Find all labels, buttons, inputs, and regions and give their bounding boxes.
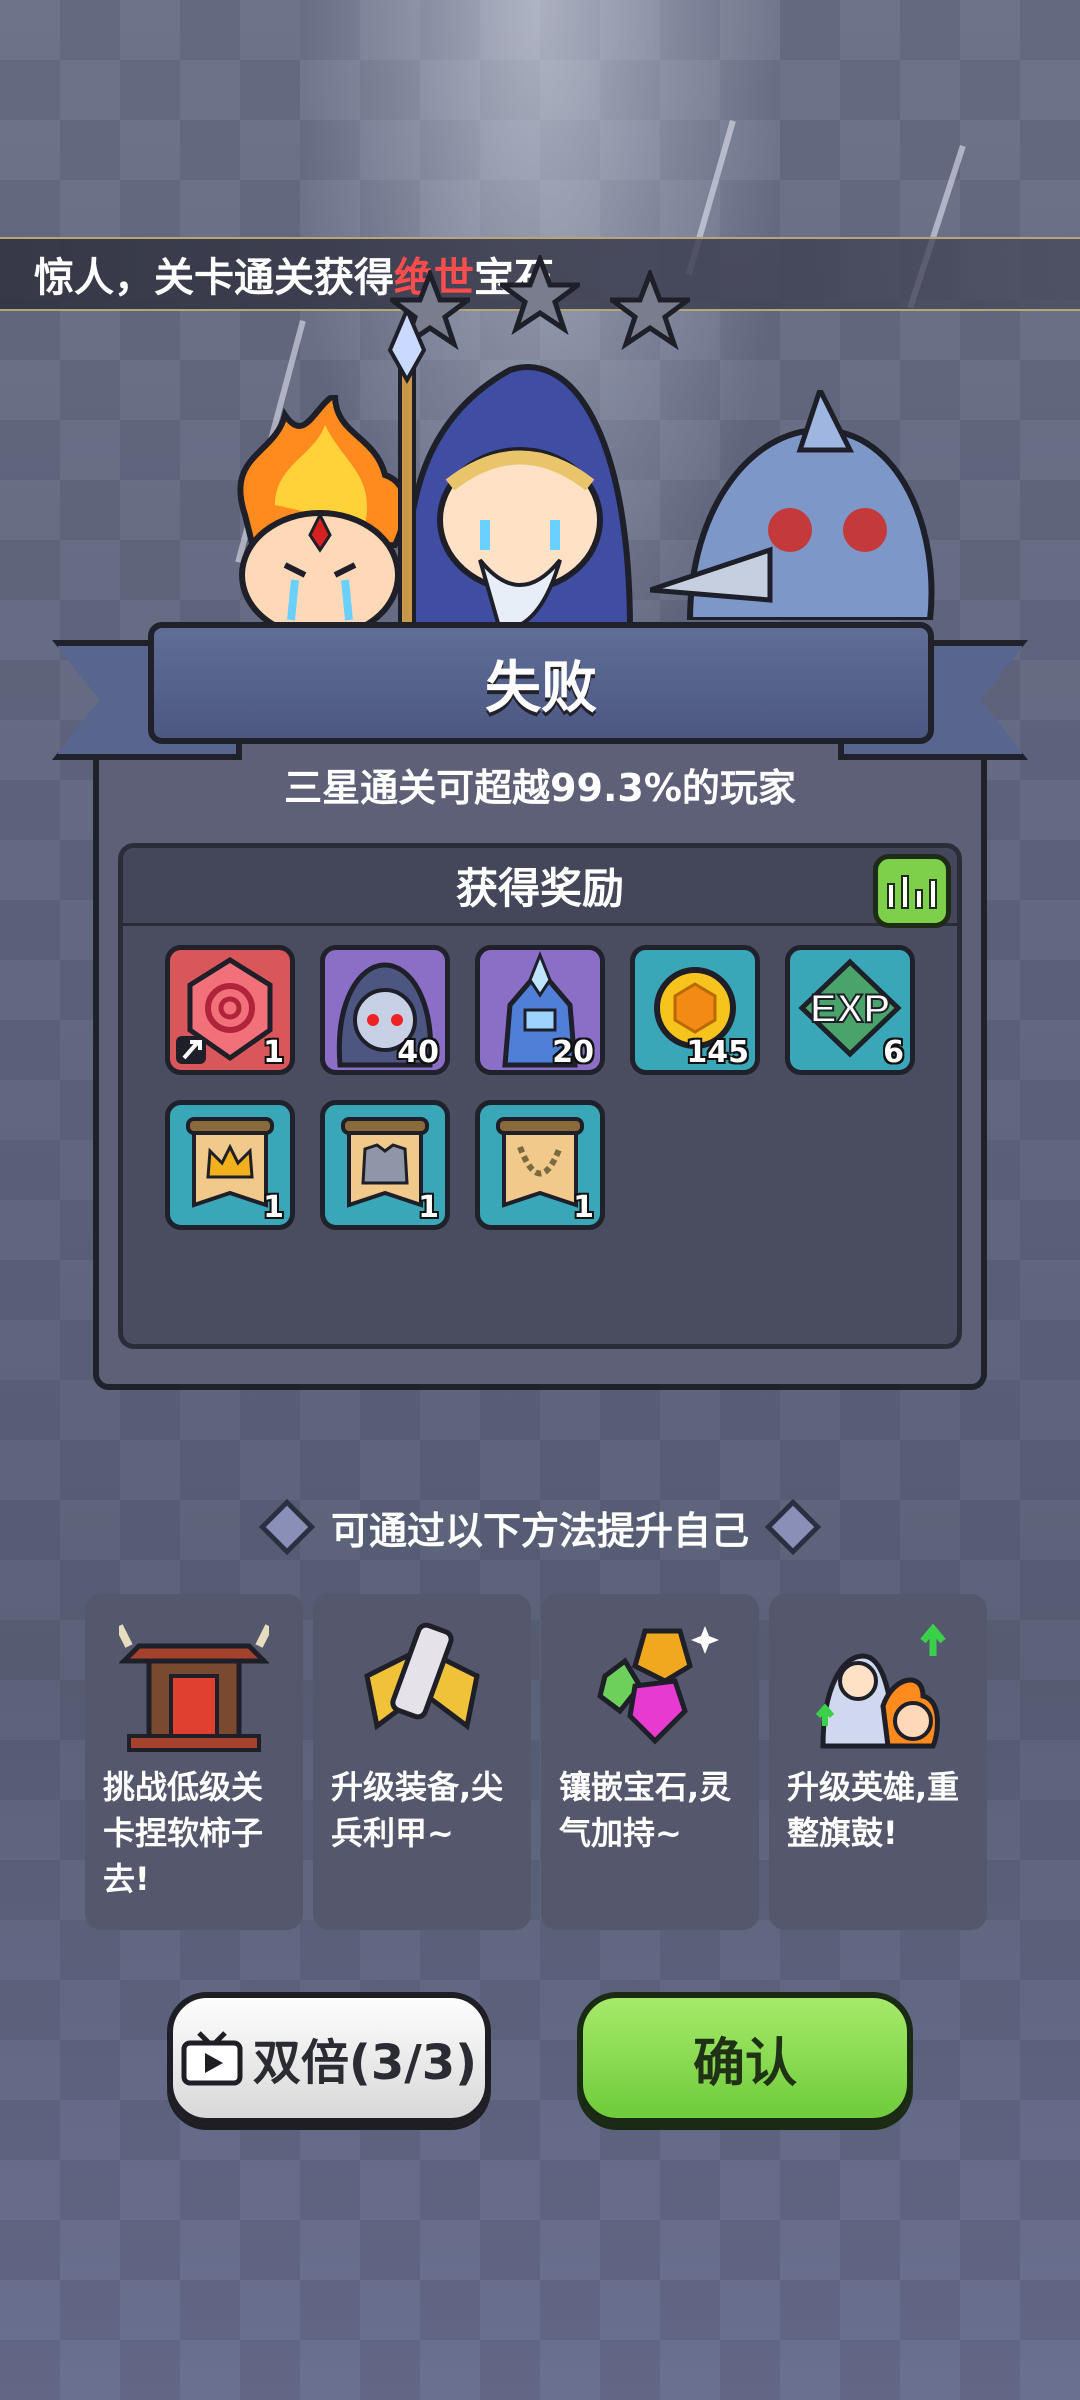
gems-icon (597, 1626, 719, 1745)
card-text: 挑战低级关卡捏软柿子去! (103, 1768, 264, 1898)
stats-button[interactable] (873, 854, 951, 928)
stats-bar (901, 875, 909, 909)
improve-title: 可通过以下方法提升自己 (330, 1508, 749, 1553)
result-subtitle: 三星通关可超越99.3%的玩家 (284, 766, 796, 810)
reward-count: 1 (263, 1190, 284, 1225)
armored-hero-icon (650, 390, 935, 620)
reward-item-crystal-knight[interactable]: 20 (475, 945, 605, 1075)
svg-text:EXP: EXP (810, 987, 890, 1031)
reward-header: 获得奖励 (123, 848, 957, 928)
reward-count: 1 (573, 1190, 594, 1225)
reward-item-armor-scroll[interactable]: 1 (320, 1100, 450, 1230)
improve-card-gems[interactable]: 镶嵌宝石,灵气加持~ (541, 1594, 759, 1930)
reward-count: 1 (263, 1035, 284, 1070)
card-text: 升级英雄,重整旗鼓! (787, 1768, 960, 1852)
diamond-icon (258, 1498, 316, 1556)
reward-count: 40 (397, 1035, 439, 1070)
reward-item-hooded-hero[interactable]: 40 (320, 945, 450, 1075)
confirm-button[interactable]: 确认 (577, 1992, 913, 2124)
result-banner: 失败 (148, 622, 934, 744)
reward-count: 145 (686, 1035, 749, 1070)
ticker-prefix: 惊人，关卡通关获得 (34, 255, 394, 301)
reward-count: 20 (552, 1035, 594, 1070)
reward-item-red-gem[interactable]: 1 (165, 945, 295, 1075)
stats-bar (887, 883, 895, 909)
reward-item-gold-coin[interactable]: 145 (630, 945, 760, 1075)
double-button-label: 双倍(3/3) (252, 2035, 478, 2091)
reward-box: 获得奖励 (118, 843, 962, 1349)
result-title: 失败 (485, 655, 597, 721)
card-text: 镶嵌宝石,灵气加持~ (559, 1768, 732, 1852)
improve-card-equipment[interactable]: 升级装备,尖兵利甲~ (313, 1594, 531, 1930)
equipment-icon (364, 1622, 480, 1731)
reward-item-crown-scroll[interactable]: 1 (165, 1100, 295, 1230)
gate-icon (119, 1624, 269, 1752)
card-text: 升级装备,尖兵利甲~ (331, 1768, 504, 1852)
wizard-hero-icon (387, 310, 634, 630)
reward-item-exp[interactable]: EXP 6 (785, 945, 915, 1075)
heroes-upgrade-icon (815, 1623, 946, 1749)
confirm-button-label: 确认 (692, 2033, 797, 2094)
reward-count: 6 (883, 1035, 904, 1070)
stats-bar (915, 889, 923, 909)
double-reward-button[interactable]: 双倍(3/3) (167, 1992, 491, 2124)
improve-card-heroes[interactable]: 升级英雄,重整旗鼓! (769, 1594, 987, 1930)
reward-heading: 获得奖励 (455, 864, 624, 913)
improve-header: 可通过以下方法提升自己 (0, 1497, 1080, 1557)
improve-card-challenge[interactable]: 挑战低级关卡捏软柿子去! (85, 1594, 303, 1930)
reward-item-necklace-scroll[interactable]: 1 (475, 1100, 605, 1230)
stats-bar (929, 879, 937, 909)
diamond-icon (764, 1498, 822, 1556)
video-ad-icon (181, 2031, 243, 2086)
reward-count: 1 (418, 1190, 439, 1225)
